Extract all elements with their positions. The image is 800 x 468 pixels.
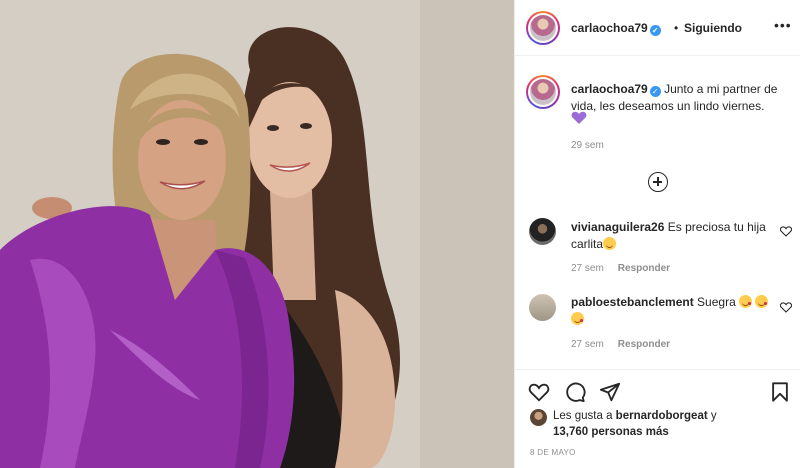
comment-meta: 27 sem Responder bbox=[571, 263, 670, 274]
commenter-avatar[interactable] bbox=[529, 218, 556, 245]
kissing-face-icon bbox=[755, 295, 769, 308]
photo-illustration bbox=[0, 0, 514, 468]
more-options-icon[interactable]: ••• bbox=[774, 18, 791, 34]
author-avatar[interactable] bbox=[526, 11, 560, 45]
likes-conjunction: y bbox=[710, 410, 717, 422]
liker-username[interactable]: bernardoborgeat bbox=[616, 410, 708, 422]
post-actions: Les gusta a bernardoborgeat y 13,760 per… bbox=[515, 369, 800, 468]
post-side-panel: carlaochoa79 ✓ • Siguiendo ••• carlaochoa… bbox=[514, 0, 800, 468]
caption-time[interactable]: 29 sem bbox=[571, 140, 604, 151]
following-button[interactable]: Siguiendo bbox=[684, 21, 742, 35]
post-date[interactable]: 8 DE MAYO bbox=[530, 448, 576, 457]
kissing-face-icon bbox=[571, 312, 584, 325]
comment-meta: 27 sem Responder bbox=[571, 339, 670, 350]
commenter-username[interactable]: pabloestebanclement bbox=[571, 295, 694, 309]
liker-avatar[interactable] bbox=[530, 409, 547, 426]
caption-text: carlaochoa79 ✓ Junto a mi partner de vida… bbox=[571, 81, 791, 115]
commenter-avatar[interactable] bbox=[529, 294, 556, 321]
paper-plane-icon[interactable] bbox=[599, 381, 621, 403]
verified-badge-icon: ✓ bbox=[649, 25, 661, 36]
bookmark-icon[interactable] bbox=[769, 381, 791, 403]
heart-icon[interactable] bbox=[528, 381, 550, 403]
plus-circle-icon[interactable] bbox=[648, 172, 668, 192]
likes-count[interactable]: 13,760 bbox=[553, 426, 588, 438]
comment-time[interactable]: 27 sem bbox=[571, 263, 604, 274]
comment-time[interactable]: 27 sem bbox=[571, 339, 604, 350]
author-username[interactable]: carlaochoa79 ✓ bbox=[571, 21, 661, 36]
comment-text: pabloestebanclement Suegra bbox=[571, 294, 771, 328]
comment-text: vivianaguilera26 Es preciosa tu hija car… bbox=[571, 219, 771, 253]
comment-like-heart-icon[interactable] bbox=[780, 226, 792, 237]
caption-username[interactable]: carlaochoa79 bbox=[571, 82, 648, 96]
likes-suffix[interactable]: personas más bbox=[591, 426, 668, 438]
smiling-face-icon bbox=[603, 237, 617, 250]
purple-heart-icon bbox=[571, 111, 587, 124]
header-separator: • bbox=[674, 21, 679, 35]
reply-button[interactable]: Responder bbox=[618, 263, 670, 274]
likes-prefix: Les gusta a bbox=[553, 410, 613, 422]
instagram-post: carlaochoa79 ✓ • Siguiendo ••• carlaochoa… bbox=[0, 0, 800, 468]
comment-like-heart-icon[interactable] bbox=[780, 302, 792, 313]
post-header: carlaochoa79 ✓ • Siguiendo ••• bbox=[515, 0, 800, 56]
likes-summary-line2[interactable]: 13,760 personas más bbox=[553, 426, 669, 438]
kissing-face-icon bbox=[739, 295, 753, 308]
verified-badge-icon: ✓ bbox=[649, 86, 661, 97]
post-photo[interactable] bbox=[0, 0, 514, 468]
caption-avatar[interactable] bbox=[526, 75, 560, 109]
commenter-username[interactable]: vivianaguilera26 bbox=[571, 220, 664, 234]
comment-body: Suegra bbox=[697, 295, 736, 309]
comment-icon[interactable] bbox=[564, 381, 586, 403]
likes-summary-line1: Les gusta a bernardoborgeat y bbox=[553, 410, 717, 422]
reply-button[interactable]: Responder bbox=[618, 339, 670, 350]
